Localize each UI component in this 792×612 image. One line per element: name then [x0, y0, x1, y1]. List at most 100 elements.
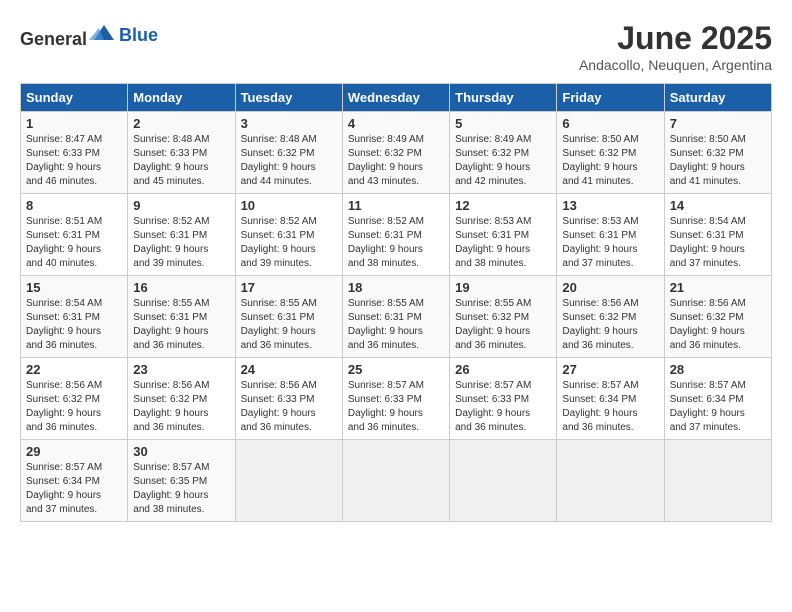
day-number: 8 [26, 198, 122, 213]
day-info: Sunrise: 8:55 AM Sunset: 6:31 PM Dayligh… [133, 297, 229, 353]
day-number: 27 [562, 362, 658, 377]
day-number: 1 [26, 116, 122, 131]
day-number: 9 [133, 198, 229, 213]
day-number: 3 [241, 116, 337, 131]
day-number: 15 [26, 280, 122, 295]
day-number: 29 [26, 444, 122, 459]
day-number: 21 [670, 280, 766, 295]
table-row: 24 Sunrise: 8:56 AM Sunset: 6:33 PM Dayli… [235, 358, 342, 440]
table-row: 9 Sunrise: 8:52 AM Sunset: 6:31 PM Daylig… [128, 194, 235, 276]
day-number: 30 [133, 444, 229, 459]
day-info: Sunrise: 8:54 AM Sunset: 6:31 PM Dayligh… [26, 297, 122, 353]
table-row: 14 Sunrise: 8:54 AM Sunset: 6:31 PM Dayli… [664, 194, 771, 276]
col-thursday: Thursday [450, 84, 557, 112]
day-number: 14 [670, 198, 766, 213]
day-info: Sunrise: 8:54 AM Sunset: 6:31 PM Dayligh… [670, 215, 766, 271]
day-number: 22 [26, 362, 122, 377]
day-info: Sunrise: 8:50 AM Sunset: 6:32 PM Dayligh… [670, 133, 766, 189]
table-row: 5 Sunrise: 8:49 AM Sunset: 6:32 PM Daylig… [450, 112, 557, 194]
col-friday: Friday [557, 84, 664, 112]
day-info: Sunrise: 8:56 AM Sunset: 6:33 PM Dayligh… [241, 379, 337, 435]
day-info: Sunrise: 8:55 AM Sunset: 6:31 PM Dayligh… [241, 297, 337, 353]
day-number: 4 [348, 116, 444, 131]
col-wednesday: Wednesday [342, 84, 449, 112]
table-row: 16 Sunrise: 8:55 AM Sunset: 6:31 PM Dayli… [128, 276, 235, 358]
day-info: Sunrise: 8:53 AM Sunset: 6:31 PM Dayligh… [455, 215, 551, 271]
table-row: 27 Sunrise: 8:57 AM Sunset: 6:34 PM Dayli… [557, 358, 664, 440]
day-info: Sunrise: 8:56 AM Sunset: 6:32 PM Dayligh… [26, 379, 122, 435]
calendar-header-row: Sunday Monday Tuesday Wednesday Thursday… [21, 84, 772, 112]
day-number: 20 [562, 280, 658, 295]
table-row [342, 440, 449, 522]
calendar-title: June 2025 [579, 20, 772, 57]
table-row [664, 440, 771, 522]
table-row: 20 Sunrise: 8:56 AM Sunset: 6:32 PM Dayli… [557, 276, 664, 358]
day-info: Sunrise: 8:49 AM Sunset: 6:32 PM Dayligh… [348, 133, 444, 189]
table-row: 21Sunrise: 8:56 AM Sunset: 6:32 PM Dayli… [664, 276, 771, 358]
table-row: 15 Sunrise: 8:54 AM Sunset: 6:31 PM Dayli… [21, 276, 128, 358]
day-number: 16 [133, 280, 229, 295]
table-row: 22 Sunrise: 8:56 AM Sunset: 6:32 PM Dayli… [21, 358, 128, 440]
table-row: 11 Sunrise: 8:52 AM Sunset: 6:31 PM Dayli… [342, 194, 449, 276]
table-row: 4 Sunrise: 8:49 AM Sunset: 6:32 PM Daylig… [342, 112, 449, 194]
day-info: Sunrise: 8:57 AM Sunset: 6:34 PM Dayligh… [562, 379, 658, 435]
table-row [557, 440, 664, 522]
table-row: 6 Sunrise: 8:50 AM Sunset: 6:32 PM Daylig… [557, 112, 664, 194]
day-info: Sunrise: 8:47 AM Sunset: 6:33 PM Dayligh… [26, 133, 122, 189]
day-info: Sunrise: 8:48 AM Sunset: 6:33 PM Dayligh… [133, 133, 229, 189]
day-info: Sunrise: 8:56 AM Sunset: 6:32 PM Dayligh… [133, 379, 229, 435]
day-info: Sunrise: 8:57 AM Sunset: 6:33 PM Dayligh… [455, 379, 551, 435]
day-number: 23 [133, 362, 229, 377]
col-sunday: Sunday [21, 84, 128, 112]
logo: General Blue [20, 20, 158, 50]
day-number: 7 [670, 116, 766, 131]
table-row: 13 Sunrise: 8:53 AM Sunset: 6:31 PM Dayli… [557, 194, 664, 276]
day-info: Sunrise: 8:49 AM Sunset: 6:32 PM Dayligh… [455, 133, 551, 189]
table-row: 8Sunrise: 8:51 AM Sunset: 6:31 PM Daylig… [21, 194, 128, 276]
day-info: Sunrise: 8:53 AM Sunset: 6:31 PM Dayligh… [562, 215, 658, 271]
logo-general: General [20, 29, 87, 49]
day-info: Sunrise: 8:52 AM Sunset: 6:31 PM Dayligh… [241, 215, 337, 271]
table-row: 23 Sunrise: 8:56 AM Sunset: 6:32 PM Dayli… [128, 358, 235, 440]
title-section: June 2025 Andacollo, Neuquen, Argentina [579, 20, 772, 73]
table-row: 10 Sunrise: 8:52 AM Sunset: 6:31 PM Dayli… [235, 194, 342, 276]
day-number: 17 [241, 280, 337, 295]
logo-blue: Blue [119, 25, 158, 45]
logo-icon [89, 20, 119, 45]
table-row: 1 Sunrise: 8:47 AM Sunset: 6:33 PM Daylig… [21, 112, 128, 194]
day-number: 5 [455, 116, 551, 131]
day-info: Sunrise: 8:55 AM Sunset: 6:32 PM Dayligh… [455, 297, 551, 353]
table-row: 28Sunrise: 8:57 AM Sunset: 6:34 PM Dayli… [664, 358, 771, 440]
day-info: Sunrise: 8:50 AM Sunset: 6:32 PM Dayligh… [562, 133, 658, 189]
day-info: Sunrise: 8:48 AM Sunset: 6:32 PM Dayligh… [241, 133, 337, 189]
day-number: 24 [241, 362, 337, 377]
table-row: 7 Sunrise: 8:50 AM Sunset: 6:32 PM Daylig… [664, 112, 771, 194]
col-monday: Monday [128, 84, 235, 112]
table-row: 30 Sunrise: 8:57 AM Sunset: 6:35 PM Dayli… [128, 440, 235, 522]
table-row: 2 Sunrise: 8:48 AM Sunset: 6:33 PM Daylig… [128, 112, 235, 194]
day-number: 26 [455, 362, 551, 377]
calendar-table: Sunday Monday Tuesday Wednesday Thursday… [20, 83, 772, 522]
header: General Blue June 2025 Andacollo, Neuque… [20, 20, 772, 73]
table-row: 17 Sunrise: 8:55 AM Sunset: 6:31 PM Dayli… [235, 276, 342, 358]
table-row: 29Sunrise: 8:57 AM Sunset: 6:34 PM Dayli… [21, 440, 128, 522]
table-row: 25Sunrise: 8:57 AM Sunset: 6:33 PM Dayli… [342, 358, 449, 440]
day-number: 6 [562, 116, 658, 131]
day-info: Sunrise: 8:52 AM Sunset: 6:31 PM Dayligh… [133, 215, 229, 271]
day-info: Sunrise: 8:56 AM Sunset: 6:32 PM Dayligh… [562, 297, 658, 353]
day-number: 10 [241, 198, 337, 213]
day-number: 12 [455, 198, 551, 213]
day-number: 18 [348, 280, 444, 295]
calendar-subtitle: Andacollo, Neuquen, Argentina [579, 57, 772, 73]
day-info: Sunrise: 8:57 AM Sunset: 6:35 PM Dayligh… [133, 461, 229, 517]
table-row [235, 440, 342, 522]
day-info: Sunrise: 8:52 AM Sunset: 6:31 PM Dayligh… [348, 215, 444, 271]
day-number: 25 [348, 362, 444, 377]
day-number: 2 [133, 116, 229, 131]
table-row: 19Sunrise: 8:55 AM Sunset: 6:32 PM Dayli… [450, 276, 557, 358]
day-number: 11 [348, 198, 444, 213]
day-number: 13 [562, 198, 658, 213]
table-row: 3 Sunrise: 8:48 AM Sunset: 6:32 PM Daylig… [235, 112, 342, 194]
col-tuesday: Tuesday [235, 84, 342, 112]
day-info: Sunrise: 8:55 AM Sunset: 6:31 PM Dayligh… [348, 297, 444, 353]
